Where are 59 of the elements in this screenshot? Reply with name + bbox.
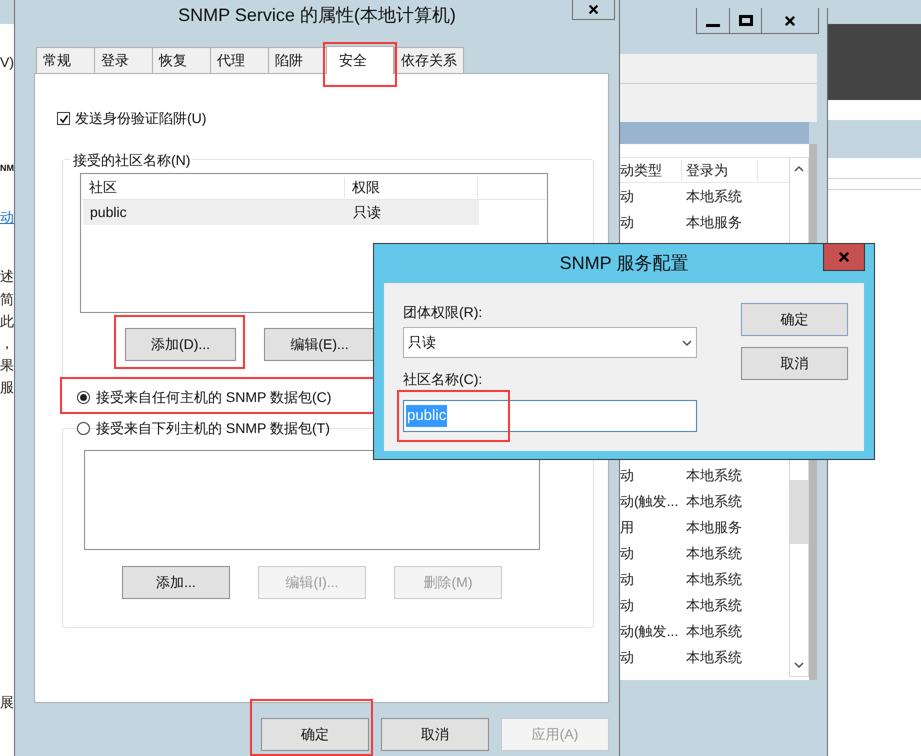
column-header[interactable]: 社区 (82, 176, 345, 198)
checkbox-label: 发送身份验证陷阱(U) (75, 109, 206, 128)
tab[interactable]: 常规 (36, 47, 95, 73)
tab[interactable]: 依存关系 (394, 47, 464, 73)
table-cell-text: 本地系统 (686, 570, 742, 588)
table-cell-text: 本地系统 (686, 466, 742, 484)
table-cell-text: 本地系统 (686, 648, 742, 666)
tab[interactable]: 恢复 (152, 47, 211, 73)
table-cell-text: 动 (620, 648, 635, 666)
column-header[interactable]: 权限 (345, 176, 478, 198)
field-label: 社区名称(C): (403, 371, 484, 387)
table-cell-text: 本地服务 (686, 212, 742, 232)
table-cell-text: 动 (620, 570, 635, 588)
table-cell-text: 动 (620, 212, 635, 232)
rights-dropdown[interactable]: 只读 (403, 327, 697, 358)
background-text: V) (0, 53, 14, 72)
background-text: 简 (0, 290, 14, 309)
table-cell-text: 只读 (352, 203, 381, 222)
tab[interactable]: 安全 (326, 46, 394, 74)
dialog-button[interactable]: 取消 (741, 347, 848, 380)
table-cell-text: 动(触发... (620, 492, 680, 511)
table-cell-text: 本地系统 (686, 596, 742, 614)
background-text: 服 (0, 378, 14, 397)
radio-label: 接受来自下列主机的 SNMP 数据包(T) (96, 419, 330, 438)
table-cell-text: 动 (620, 596, 635, 614)
tab[interactable]: 登录 (94, 47, 153, 73)
background-text: 展 (0, 693, 14, 712)
dialog-button[interactable]: 添加(D)... (125, 328, 236, 361)
table-cell-text: public (89, 203, 128, 222)
table-cell-text: 本地系统 (686, 622, 742, 640)
list-row[interactable]: public 只读 (83, 200, 479, 225)
dialog-button[interactable]: 确定 (261, 718, 369, 751)
window-title: SNMP 服务配置 (560, 252, 688, 275)
table-cell-text: 动 (620, 186, 635, 206)
background-text: 动 (0, 208, 14, 227)
tab[interactable]: 代理 (210, 47, 269, 73)
table-cell-text: 动(触发... (620, 622, 680, 641)
table-cell-text: 动 (620, 466, 635, 484)
dialog-button[interactable]: 取消 (381, 718, 489, 751)
table-cell-text: 动 (620, 544, 635, 562)
dialog-button[interactable]: 编辑(E)... (264, 328, 375, 361)
window-title: SNMP Service 的属性(本地计算机) (178, 4, 456, 27)
dialog-button[interactable]: 确定 (741, 303, 848, 336)
tab[interactable]: 陷阱 (268, 47, 327, 73)
radio-label: 接受来自任何主机的 SNMP 数据包(C) (96, 388, 332, 407)
background-text: NM (0, 162, 14, 175)
background-text: 果 (0, 356, 14, 375)
table-cell-text: 本地系统 (686, 492, 742, 510)
column-header[interactable]: 登录为 (682, 160, 758, 180)
group-title: 接受的社区名称(N) (71, 150, 192, 171)
table-cell-text: 本地服务 (686, 518, 742, 536)
table-cell-text: 用 (620, 518, 635, 536)
background-text: ， (0, 334, 14, 353)
background-text: 此 (0, 312, 14, 331)
table-cell-text: 本地系统 (686, 186, 742, 206)
dialog-button[interactable]: 添加... (122, 566, 230, 599)
table-cell-text: 本地系统 (686, 544, 742, 562)
field-label: 团体权限(R): (403, 303, 484, 322)
background-text: 述 (0, 267, 14, 286)
